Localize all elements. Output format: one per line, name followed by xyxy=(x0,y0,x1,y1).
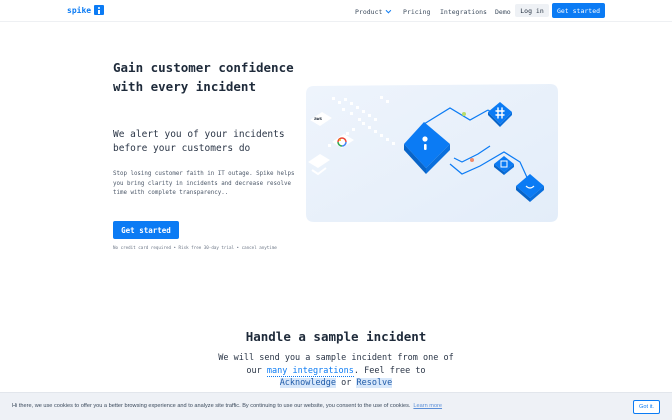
nav-pricing[interactable]: Pricing xyxy=(403,8,430,16)
spike-logo-icon xyxy=(94,5,105,15)
status-dot-green xyxy=(462,112,466,116)
logo-text: spike xyxy=(67,5,92,15)
chevron-down-icon xyxy=(385,7,392,14)
hero-title: Gain customer confidence with every inci… xyxy=(113,60,294,94)
top-navbar: spike Product Pricing Integrations Demo … xyxy=(0,0,672,22)
hero-subtitle: We alert you of your incidents before yo… xyxy=(113,129,285,154)
cookie-message: Hi there, we use cookies to offer you a … xyxy=(12,403,411,409)
login-button[interactable]: Log in xyxy=(515,4,549,17)
sample-text-or: or xyxy=(335,378,357,388)
sample-text-middle: . Feel free to xyxy=(353,365,426,376)
nav-demo[interactable]: Demo xyxy=(495,8,511,16)
logo[interactable]: spike xyxy=(67,5,105,15)
cookie-banner: Hi there, we use cookies to offer you a … xyxy=(0,392,672,420)
sample-incident-text: We will send you a sample incident from … xyxy=(216,352,456,390)
cookie-accept-button[interactable]: Got it. xyxy=(633,400,660,414)
nav-get-started-button[interactable]: Get started xyxy=(552,3,605,18)
many-integrations-link[interactable]: many integrations xyxy=(266,365,354,377)
hero-get-started-button[interactable]: Get started xyxy=(113,221,179,239)
sample-incident-title: Handle a sample incident xyxy=(245,329,427,344)
cookie-text: Hi there, we use cookies to offer you a … xyxy=(12,403,442,409)
hero-description: Stop losing customer faith in IT outage.… xyxy=(113,171,295,196)
nav-integrations[interactable]: Integrations xyxy=(440,8,487,16)
aws-icon: aws xyxy=(314,117,322,122)
cookie-learn-more-link[interactable]: Learn more xyxy=(413,403,442,409)
resolve-highlight: Resolve xyxy=(356,378,393,388)
nav-product[interactable]: Product xyxy=(355,7,392,16)
hero-illustration: aws xyxy=(306,84,558,222)
nav-product-label: Product xyxy=(355,8,383,16)
status-dot-orange xyxy=(470,158,474,162)
hero-fine-print: No credit card required • Risk free 30-d… xyxy=(113,245,277,250)
acknowledge-highlight: Acknowledge xyxy=(279,378,336,388)
